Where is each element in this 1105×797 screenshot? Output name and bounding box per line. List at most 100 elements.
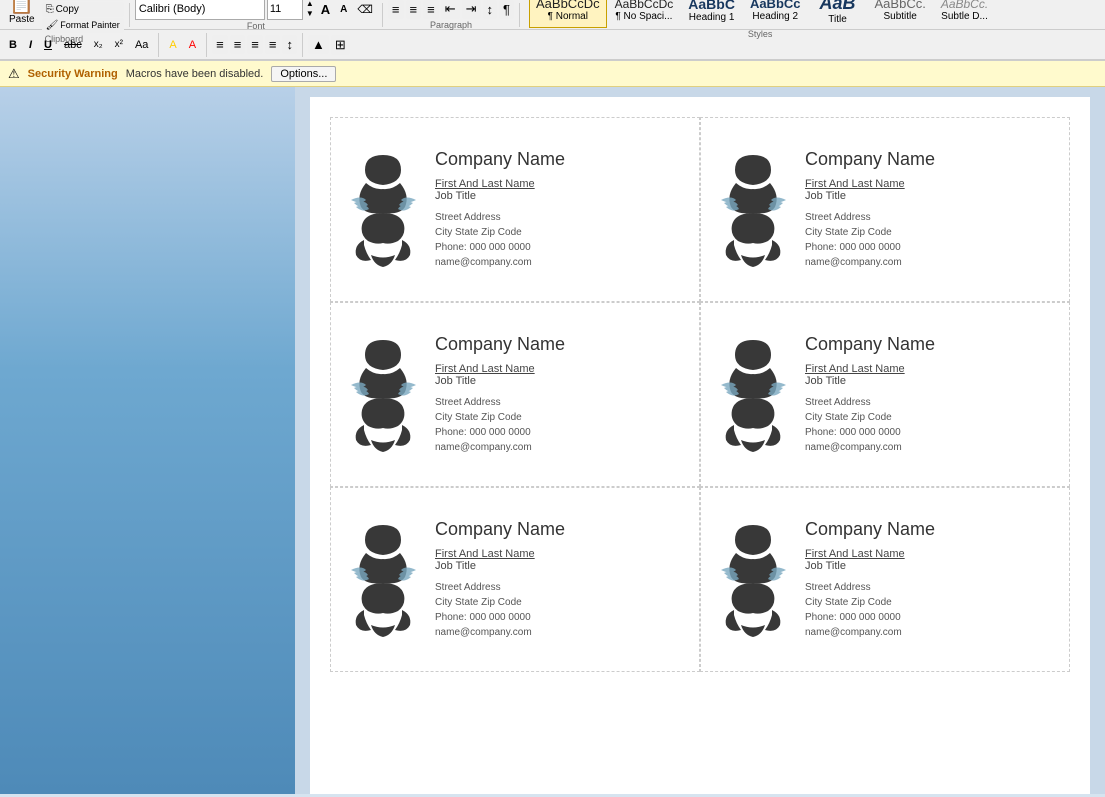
- job-title-2: Job Title: [805, 190, 1057, 202]
- style-normal-preview: AaBbCcDc: [536, 0, 600, 11]
- email-6: name@company.com: [805, 625, 1057, 640]
- options-button[interactable]: Options...: [271, 66, 336, 82]
- font-section-label: Font: [247, 21, 265, 31]
- cut-button[interactable]: ✂ Cut: [42, 0, 124, 1]
- style-normal[interactable]: AaBbCcDc ¶ Normal: [529, 0, 607, 28]
- borders-button[interactable]: ⊞: [331, 35, 350, 55]
- business-card-5: Company Name First And Last Name Job Tit…: [330, 487, 700, 672]
- shading-button[interactable]: ▲: [308, 35, 329, 54]
- bold-button[interactable]: B: [4, 37, 22, 53]
- phone-1: Phone: 000 000 0000: [435, 240, 687, 255]
- underline-button[interactable]: U: [39, 37, 57, 53]
- superscript-button[interactable]: x²: [110, 37, 128, 52]
- city-2: City State Zip Code: [805, 225, 1057, 240]
- styles-list: AaBbCcDc ¶ Normal AaBbCcDc ¶ No Spaci...…: [529, 0, 995, 28]
- divider6: [302, 33, 303, 57]
- style-no-spacing[interactable]: AaBbCcDc ¶ No Spaci...: [608, 0, 681, 28]
- document-page: Company Name First And Last Name Job Tit…: [310, 97, 1090, 794]
- phone-2: Phone: 000 000 0000: [805, 240, 1057, 255]
- multilevel-button[interactable]: ≡: [423, 0, 439, 19]
- grow-font-button[interactable]: A: [317, 0, 334, 19]
- card-content-3: Company Name First And Last Name Job Tit…: [435, 334, 687, 455]
- style-subtle-preview: AaBbCc.: [941, 0, 988, 11]
- card-logo-6: [713, 515, 793, 645]
- bullets-button[interactable]: ≡: [388, 0, 404, 19]
- decrease-font-size-button[interactable]: ▼: [305, 9, 315, 19]
- document-area: Company Name First And Last Name Job Tit…: [295, 87, 1105, 794]
- strikethrough-button[interactable]: abc: [59, 37, 87, 53]
- business-card-2: Company Name First And Last Name Job Tit…: [700, 117, 1070, 302]
- font-size-input[interactable]: [267, 0, 303, 20]
- align-center-button[interactable]: ≡: [230, 35, 246, 54]
- paragraph-section: ≡ ≡ ≡ ⇤ ⇥ ↕ ¶ Paragraph: [388, 0, 514, 30]
- first-last-name-6: First And Last Name: [805, 548, 1057, 560]
- italic-button[interactable]: I: [24, 37, 37, 53]
- align-left-button[interactable]: ≡: [212, 35, 228, 54]
- job-title-3: Job Title: [435, 375, 687, 387]
- divider5: [206, 33, 207, 57]
- card-logo-4: [713, 330, 793, 460]
- clear-formatting-button[interactable]: ⌫: [353, 1, 377, 18]
- font-name-input[interactable]: [135, 0, 265, 20]
- first-last-name-2: First And Last Name: [805, 178, 1057, 190]
- style-h2-preview: AaBbCc: [750, 0, 801, 11]
- paste-button[interactable]: 📋 Paste: [4, 0, 40, 28]
- street-6: Street Address: [805, 580, 1057, 595]
- line-spacing-button[interactable]: ↕: [282, 35, 297, 54]
- street-5: Street Address: [435, 580, 687, 595]
- format-painter-button[interactable]: 🖌 Format Painter: [42, 18, 124, 33]
- numbering-button[interactable]: ≡: [406, 0, 422, 19]
- style-title-label: Title: [828, 14, 847, 25]
- style-title[interactable]: AaB Title: [809, 0, 867, 28]
- increase-font-size-button[interactable]: ▲: [305, 0, 315, 9]
- city-3: City State Zip Code: [435, 410, 687, 425]
- styles-section: AaBbCcDc ¶ Normal AaBbCcDc ¶ No Spaci...…: [525, 0, 995, 39]
- align-right-button[interactable]: ≡: [247, 35, 263, 54]
- address-4: Street Address City State Zip Code Phone…: [805, 395, 1057, 455]
- ribbon: 📋 Paste ✂ Cut ⎘ Copy 🖌 Format Painter: [0, 0, 1105, 61]
- email-3: name@company.com: [435, 440, 687, 455]
- address-1: Street Address City State Zip Code Phone…: [435, 210, 687, 270]
- style-title-preview: AaB: [820, 0, 856, 14]
- city-6: City State Zip Code: [805, 595, 1057, 610]
- ribbon-row1: 📋 Paste ✂ Cut ⎘ Copy 🖌 Format Painter: [0, 0, 1105, 30]
- copy-button[interactable]: ⎘ Copy: [42, 2, 124, 17]
- style-h1-preview: AaBbC: [688, 0, 735, 12]
- styles-section-label: Styles: [748, 29, 773, 39]
- show-hide-button[interactable]: ¶: [499, 0, 514, 19]
- clipboard-small-buttons: ✂ Cut ⎘ Copy 🖌 Format Painter: [42, 0, 124, 33]
- style-h1-label: Heading 1: [689, 12, 735, 23]
- sidebar: [0, 87, 295, 794]
- subscript-button[interactable]: x₂: [89, 37, 108, 52]
- style-heading1[interactable]: AaBbC Heading 1: [681, 0, 742, 28]
- font-color-button[interactable]: A: [184, 37, 201, 53]
- decorative-logo-6: [716, 515, 791, 645]
- decrease-indent-button[interactable]: ⇤: [441, 0, 460, 19]
- decorative-logo-2: [716, 145, 791, 275]
- style-subtitle[interactable]: AaBbCc. Subtitle: [868, 0, 933, 28]
- main-area: Company Name First And Last Name Job Tit…: [0, 87, 1105, 794]
- decorative-logo-1: [346, 145, 421, 275]
- card-logo-1: [343, 145, 423, 275]
- shrink-font-button[interactable]: A: [336, 2, 351, 17]
- style-heading2[interactable]: AaBbCc Heading 2: [743, 0, 808, 28]
- font-controls: ▲ ▼ A A ⌫: [135, 0, 377, 20]
- divider1: [129, 3, 130, 27]
- highlight-button[interactable]: A: [164, 37, 181, 53]
- company-name-5: Company Name: [435, 519, 687, 540]
- justify-button[interactable]: ≡: [265, 35, 281, 54]
- email-4: name@company.com: [805, 440, 1057, 455]
- business-card-4: Company Name First And Last Name Job Tit…: [700, 302, 1070, 487]
- card-content-1: Company Name First And Last Name Job Tit…: [435, 149, 687, 270]
- sort-button[interactable]: ↕: [483, 0, 498, 19]
- card-logo-2: [713, 145, 793, 275]
- change-case-button[interactable]: Aa: [130, 37, 153, 53]
- style-subtitle-preview: AaBbCc.: [875, 0, 926, 11]
- style-subtle[interactable]: AaBbCc. Subtle D...: [934, 0, 995, 28]
- paste-label: Paste: [9, 14, 35, 25]
- increase-indent-button[interactable]: ⇥: [462, 0, 481, 19]
- company-name-4: Company Name: [805, 334, 1057, 355]
- style-nospace-label: ¶ No Spaci...: [615, 11, 672, 22]
- job-title-5: Job Title: [435, 560, 687, 572]
- security-message: Macros have been disabled.: [126, 68, 264, 80]
